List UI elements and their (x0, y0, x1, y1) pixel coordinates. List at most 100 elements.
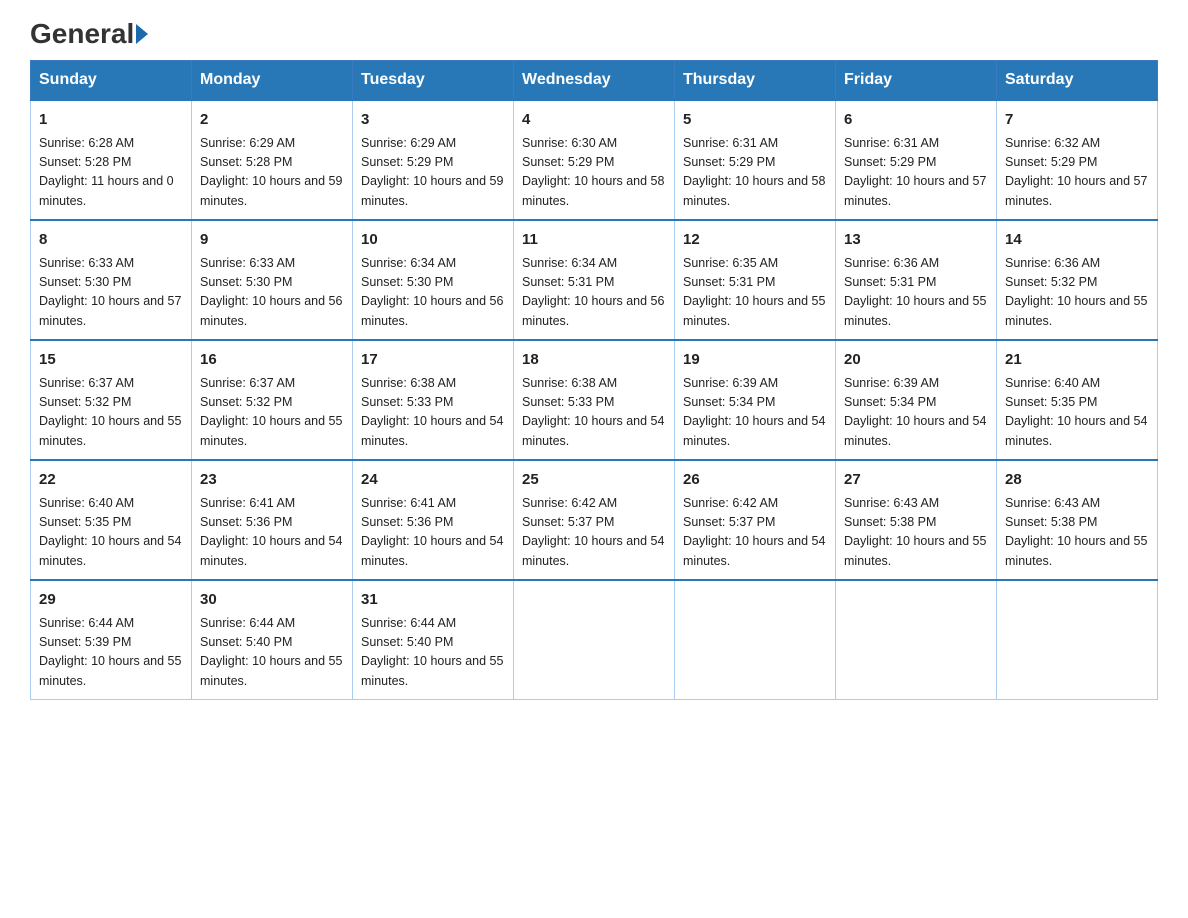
day-header-sunday: Sunday (31, 61, 192, 101)
day-info: Sunrise: 6:43 AMSunset: 5:38 PMDaylight:… (844, 494, 988, 572)
day-number: 31 (361, 589, 505, 612)
day-info: Sunrise: 6:36 AMSunset: 5:32 PMDaylight:… (1005, 254, 1149, 332)
day-number: 13 (844, 229, 988, 252)
day-info: Sunrise: 6:29 AMSunset: 5:28 PMDaylight:… (200, 134, 344, 212)
day-number: 18 (522, 349, 666, 372)
day-info: Sunrise: 6:40 AMSunset: 5:35 PMDaylight:… (39, 494, 183, 572)
calendar-cell (997, 580, 1158, 700)
day-number: 17 (361, 349, 505, 372)
day-number: 25 (522, 469, 666, 492)
day-info: Sunrise: 6:44 AMSunset: 5:40 PMDaylight:… (200, 614, 344, 692)
day-header-thursday: Thursday (675, 61, 836, 101)
calendar-table: SundayMondayTuesdayWednesdayThursdayFrid… (30, 60, 1158, 700)
calendar-cell: 26 Sunrise: 6:42 AMSunset: 5:37 PMDaylig… (675, 460, 836, 580)
day-info: Sunrise: 6:28 AMSunset: 5:28 PMDaylight:… (39, 134, 183, 212)
day-header-monday: Monday (192, 61, 353, 101)
week-row-4: 22 Sunrise: 6:40 AMSunset: 5:35 PMDaylig… (31, 460, 1158, 580)
day-info: Sunrise: 6:34 AMSunset: 5:30 PMDaylight:… (361, 254, 505, 332)
day-info: Sunrise: 6:42 AMSunset: 5:37 PMDaylight:… (683, 494, 827, 572)
calendar-cell: 25 Sunrise: 6:42 AMSunset: 5:37 PMDaylig… (514, 460, 675, 580)
day-info: Sunrise: 6:43 AMSunset: 5:38 PMDaylight:… (1005, 494, 1149, 572)
calendar-cell: 4 Sunrise: 6:30 AMSunset: 5:29 PMDayligh… (514, 100, 675, 220)
day-header-saturday: Saturday (997, 61, 1158, 101)
day-number: 26 (683, 469, 827, 492)
page-header: General (30, 20, 1158, 44)
calendar-cell: 24 Sunrise: 6:41 AMSunset: 5:36 PMDaylig… (353, 460, 514, 580)
day-info: Sunrise: 6:40 AMSunset: 5:35 PMDaylight:… (1005, 374, 1149, 452)
calendar-cell: 13 Sunrise: 6:36 AMSunset: 5:31 PMDaylig… (836, 220, 997, 340)
day-number: 1 (39, 109, 183, 132)
day-info: Sunrise: 6:38 AMSunset: 5:33 PMDaylight:… (522, 374, 666, 452)
calendar-cell: 16 Sunrise: 6:37 AMSunset: 5:32 PMDaylig… (192, 340, 353, 460)
calendar-cell: 23 Sunrise: 6:41 AMSunset: 5:36 PMDaylig… (192, 460, 353, 580)
day-number: 3 (361, 109, 505, 132)
logo: General (30, 20, 150, 44)
day-number: 20 (844, 349, 988, 372)
day-number: 14 (1005, 229, 1149, 252)
calendar-cell: 10 Sunrise: 6:34 AMSunset: 5:30 PMDaylig… (353, 220, 514, 340)
logo-general-text: General (30, 20, 134, 48)
day-number: 2 (200, 109, 344, 132)
day-info: Sunrise: 6:44 AMSunset: 5:39 PMDaylight:… (39, 614, 183, 692)
calendar-cell: 21 Sunrise: 6:40 AMSunset: 5:35 PMDaylig… (997, 340, 1158, 460)
week-row-1: 1 Sunrise: 6:28 AMSunset: 5:28 PMDayligh… (31, 100, 1158, 220)
day-number: 12 (683, 229, 827, 252)
day-number: 19 (683, 349, 827, 372)
day-info: Sunrise: 6:39 AMSunset: 5:34 PMDaylight:… (683, 374, 827, 452)
day-info: Sunrise: 6:33 AMSunset: 5:30 PMDaylight:… (200, 254, 344, 332)
calendar-cell: 20 Sunrise: 6:39 AMSunset: 5:34 PMDaylig… (836, 340, 997, 460)
day-number: 11 (522, 229, 666, 252)
calendar-cell: 2 Sunrise: 6:29 AMSunset: 5:28 PMDayligh… (192, 100, 353, 220)
day-number: 22 (39, 469, 183, 492)
calendar-cell (675, 580, 836, 700)
calendar-cell: 22 Sunrise: 6:40 AMSunset: 5:35 PMDaylig… (31, 460, 192, 580)
day-number: 21 (1005, 349, 1149, 372)
day-header-tuesday: Tuesday (353, 61, 514, 101)
calendar-cell: 6 Sunrise: 6:31 AMSunset: 5:29 PMDayligh… (836, 100, 997, 220)
day-info: Sunrise: 6:31 AMSunset: 5:29 PMDaylight:… (844, 134, 988, 212)
calendar-cell: 1 Sunrise: 6:28 AMSunset: 5:28 PMDayligh… (31, 100, 192, 220)
calendar-cell: 19 Sunrise: 6:39 AMSunset: 5:34 PMDaylig… (675, 340, 836, 460)
day-info: Sunrise: 6:37 AMSunset: 5:32 PMDaylight:… (200, 374, 344, 452)
calendar-cell: 31 Sunrise: 6:44 AMSunset: 5:40 PMDaylig… (353, 580, 514, 700)
calendar-cell: 15 Sunrise: 6:37 AMSunset: 5:32 PMDaylig… (31, 340, 192, 460)
calendar-cell: 17 Sunrise: 6:38 AMSunset: 5:33 PMDaylig… (353, 340, 514, 460)
day-number: 24 (361, 469, 505, 492)
day-info: Sunrise: 6:30 AMSunset: 5:29 PMDaylight:… (522, 134, 666, 212)
day-header-wednesday: Wednesday (514, 61, 675, 101)
calendar-cell: 28 Sunrise: 6:43 AMSunset: 5:38 PMDaylig… (997, 460, 1158, 580)
day-info: Sunrise: 6:29 AMSunset: 5:29 PMDaylight:… (361, 134, 505, 212)
day-info: Sunrise: 6:44 AMSunset: 5:40 PMDaylight:… (361, 614, 505, 692)
week-row-5: 29 Sunrise: 6:44 AMSunset: 5:39 PMDaylig… (31, 580, 1158, 700)
calendar-cell: 5 Sunrise: 6:31 AMSunset: 5:29 PMDayligh… (675, 100, 836, 220)
calendar-cell: 14 Sunrise: 6:36 AMSunset: 5:32 PMDaylig… (997, 220, 1158, 340)
calendar-cell: 27 Sunrise: 6:43 AMSunset: 5:38 PMDaylig… (836, 460, 997, 580)
day-info: Sunrise: 6:41 AMSunset: 5:36 PMDaylight:… (200, 494, 344, 572)
calendar-cell: 8 Sunrise: 6:33 AMSunset: 5:30 PMDayligh… (31, 220, 192, 340)
calendar-cell: 29 Sunrise: 6:44 AMSunset: 5:39 PMDaylig… (31, 580, 192, 700)
week-row-3: 15 Sunrise: 6:37 AMSunset: 5:32 PMDaylig… (31, 340, 1158, 460)
day-number: 6 (844, 109, 988, 132)
day-info: Sunrise: 6:36 AMSunset: 5:31 PMDaylight:… (844, 254, 988, 332)
calendar-cell (514, 580, 675, 700)
day-info: Sunrise: 6:38 AMSunset: 5:33 PMDaylight:… (361, 374, 505, 452)
calendar-cell: 12 Sunrise: 6:35 AMSunset: 5:31 PMDaylig… (675, 220, 836, 340)
day-number: 4 (522, 109, 666, 132)
day-number: 29 (39, 589, 183, 612)
calendar-cell: 7 Sunrise: 6:32 AMSunset: 5:29 PMDayligh… (997, 100, 1158, 220)
day-number: 30 (200, 589, 344, 612)
calendar-header-row: SundayMondayTuesdayWednesdayThursdayFrid… (31, 61, 1158, 101)
day-info: Sunrise: 6:39 AMSunset: 5:34 PMDaylight:… (844, 374, 988, 452)
calendar-cell: 11 Sunrise: 6:34 AMSunset: 5:31 PMDaylig… (514, 220, 675, 340)
day-info: Sunrise: 6:31 AMSunset: 5:29 PMDaylight:… (683, 134, 827, 212)
day-info: Sunrise: 6:34 AMSunset: 5:31 PMDaylight:… (522, 254, 666, 332)
day-number: 28 (1005, 469, 1149, 492)
day-number: 16 (200, 349, 344, 372)
day-number: 8 (39, 229, 183, 252)
day-number: 23 (200, 469, 344, 492)
calendar-cell (836, 580, 997, 700)
day-info: Sunrise: 6:32 AMSunset: 5:29 PMDaylight:… (1005, 134, 1149, 212)
day-info: Sunrise: 6:41 AMSunset: 5:36 PMDaylight:… (361, 494, 505, 572)
day-header-friday: Friday (836, 61, 997, 101)
day-number: 15 (39, 349, 183, 372)
